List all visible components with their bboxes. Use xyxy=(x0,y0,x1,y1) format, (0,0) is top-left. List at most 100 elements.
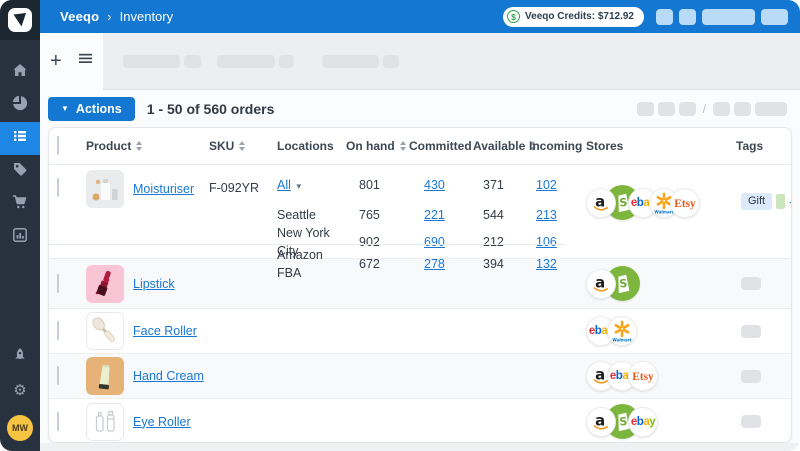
inventory-list-icon xyxy=(12,128,28,149)
column-header-stores[interactable]: Stores xyxy=(586,139,736,153)
veeqo-logo-icon[interactable] xyxy=(0,0,40,40)
tags-placeholder xyxy=(741,277,761,290)
sidebar-item-inventory[interactable] xyxy=(0,122,40,155)
product-link[interactable]: Lipstick xyxy=(133,277,175,291)
row-checkbox-cell xyxy=(57,322,86,340)
row-checkbox[interactable] xyxy=(57,412,59,431)
committed-link[interactable]: 278 xyxy=(424,257,445,271)
column-header-locations[interactable]: Locations xyxy=(277,139,346,153)
amazon-store-icon[interactable]: a xyxy=(586,188,616,218)
incoming-link[interactable]: 213 xyxy=(536,208,557,222)
available-value: 544 xyxy=(483,208,504,222)
main-area: Veeqo › Inventory $ Veeqo Credits: $712.… xyxy=(40,0,800,451)
user-avatar[interactable]: MW xyxy=(7,415,33,441)
select-all-checkbox[interactable] xyxy=(57,136,59,155)
location-all-link[interactable]: All xyxy=(277,178,291,192)
sidebar-item-whats-new[interactable] xyxy=(0,341,40,374)
row-checkbox[interactable] xyxy=(57,274,59,293)
sidebar-item-analytics[interactable] xyxy=(0,89,40,122)
mini-tag[interactable] xyxy=(776,194,785,209)
pagination-placeholder[interactable] xyxy=(658,102,675,116)
pagination-placeholder[interactable] xyxy=(679,102,696,116)
column-header-committed[interactable]: Committed xyxy=(409,139,473,153)
add-tag-button[interactable]: + xyxy=(789,195,792,209)
product-link[interactable]: Moisturiser xyxy=(133,182,194,196)
topbar-button-1[interactable] xyxy=(656,9,673,25)
committed-link[interactable]: 430 xyxy=(424,178,445,192)
product-image xyxy=(86,265,124,303)
location-name-cell: Seattle xyxy=(277,206,346,224)
sidebar-item-home[interactable] xyxy=(0,56,40,89)
row-checkbox[interactable] xyxy=(57,178,59,197)
committed-cell: 278 xyxy=(409,255,473,273)
plus-icon[interactable]: + xyxy=(50,51,62,71)
column-header-product[interactable]: Product xyxy=(86,139,209,153)
bar-chart-icon xyxy=(12,227,28,248)
product-link[interactable]: Eye Roller xyxy=(133,415,191,429)
row-checkbox[interactable] xyxy=(57,321,59,340)
brand-name[interactable]: Veeqo xyxy=(60,9,99,24)
sidebar-bottom: ⚙ MW xyxy=(0,341,40,451)
row-checkbox[interactable] xyxy=(57,366,59,385)
sort-icon[interactable] xyxy=(136,141,142,151)
amazon-store-icon[interactable]: a xyxy=(586,407,616,437)
actions-button[interactable]: ▼ Actions xyxy=(48,97,135,121)
product-cell: Moisturiser xyxy=(86,165,209,208)
actions-button-label: Actions xyxy=(76,102,122,116)
filter-placeholder[interactable] xyxy=(217,55,275,68)
column-header-sku[interactable]: SKU xyxy=(209,139,277,153)
pagination-placeholder[interactable] xyxy=(755,102,787,116)
table-body: MoisturiserF-092YRAll▼801430371102Seattl… xyxy=(49,165,791,443)
pagination-separator: / xyxy=(703,102,706,116)
filter-placeholder[interactable] xyxy=(123,55,180,68)
sidebar-item-orders[interactable] xyxy=(0,188,40,221)
etsy-store-icon[interactable]: Etsy xyxy=(628,361,658,391)
actions-bar: ▼ Actions 1 - 50 of 560 orders / xyxy=(40,90,800,127)
ebay-store-icon[interactable]: ebay xyxy=(628,407,658,437)
product-link[interactable]: Hand Cream xyxy=(133,369,204,383)
walmart-store-icon[interactable]: Walmart xyxy=(607,316,637,346)
filter-placeholder[interactable] xyxy=(322,55,379,68)
filter-placeholder[interactable] xyxy=(383,55,399,68)
tags-cell xyxy=(736,370,791,383)
incoming-link[interactable]: 132 xyxy=(536,257,557,271)
pagination-placeholder[interactable] xyxy=(734,102,751,116)
orders-range-text: 1 - 50 of 560 orders xyxy=(147,101,275,117)
filter-placeholder[interactable] xyxy=(279,55,294,68)
topbar-button-3[interactable] xyxy=(702,9,755,25)
filter-placeholder[interactable] xyxy=(184,55,201,68)
table-row: Face RollerebayWalmart xyxy=(49,309,791,354)
tag-gift[interactable]: Gift xyxy=(741,193,772,210)
column-header-tags[interactable]: Tags xyxy=(736,139,791,153)
on-hand-value: 672 xyxy=(359,257,380,271)
available-cell: 371 xyxy=(473,176,529,194)
chevron-down-icon[interactable]: ▼ xyxy=(295,182,303,191)
etsy-store-icon[interactable]: Etsy xyxy=(670,188,700,218)
location-name-cell: All ▼ xyxy=(277,176,346,194)
column-header-on-hand[interactable]: On hand xyxy=(346,139,409,153)
pagination-placeholder[interactable] xyxy=(637,102,654,116)
product-link[interactable]: Face Roller xyxy=(133,324,197,338)
column-header-label: Locations xyxy=(277,139,334,153)
sort-icon[interactable] xyxy=(239,141,245,151)
pagination-placeholder[interactable] xyxy=(713,102,730,116)
column-header-available[interactable]: Available xyxy=(473,139,529,153)
incoming-link[interactable]: 102 xyxy=(536,178,557,192)
dollar-circle-icon: $ xyxy=(507,10,520,23)
row-checkbox-cell xyxy=(57,165,86,197)
incoming-cell: 102 xyxy=(529,176,586,194)
toolbar: + xyxy=(40,33,800,90)
amazon-store-icon[interactable]: a xyxy=(586,269,616,299)
rocket-icon xyxy=(12,347,28,368)
column-header-incoming[interactable]: Incoming xyxy=(529,139,586,153)
sort-icon[interactable] xyxy=(400,141,406,151)
sidebar-item-settings[interactable]: ⚙ xyxy=(0,374,40,407)
topbar-button-4[interactable] xyxy=(761,9,788,25)
stores-cell: aS xyxy=(586,266,736,301)
topbar-button-2[interactable] xyxy=(679,9,696,25)
sidebar-item-reports[interactable] xyxy=(0,221,40,254)
sidebar-item-tags[interactable] xyxy=(0,155,40,188)
hamburger-list-icon[interactable] xyxy=(78,51,93,71)
veeqo-credits-badge[interactable]: $ Veeqo Credits: $712.92 xyxy=(503,7,644,27)
committed-link[interactable]: 221 xyxy=(424,208,445,222)
